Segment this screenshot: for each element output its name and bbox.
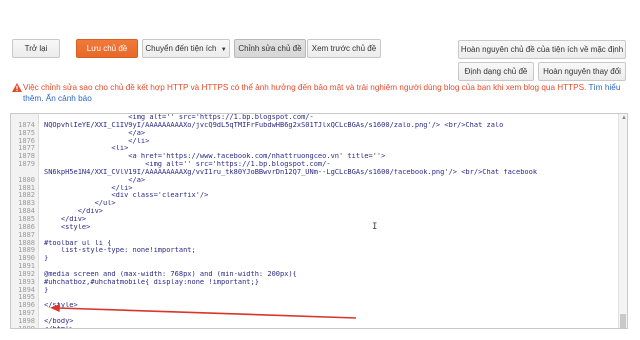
line-number: 1884 [18,208,35,216]
line-content: list-style-type: none!important; [44,247,196,255]
line-content: </li> [44,137,150,145]
code-line[interactable]: 1888 #toolbar ul li { [11,240,617,248]
html-code-editor[interactable]: <img alt='' src='https://1.bp.blogspot.c… [10,113,628,329]
mixed-content-warning: Việc chỉnh sửa sao cho chủ đề kết hợp HT… [12,82,632,104]
code-line[interactable]: 1896 </style> [11,302,617,310]
line-number: 1888 [18,239,35,247]
editor-scrollbar[interactable]: ▲ [618,114,627,328]
line-content: </div> [44,215,87,223]
code-line[interactable]: 1893 #uhchatboz,#uhchatmobile{ display:no… [11,279,617,287]
line-number: 1885 [18,215,35,223]
text-cursor-icon: I [372,222,378,232]
edit-theme-button[interactable]: Chỉnh sửa chủ đề [234,39,306,58]
line-content: @media screen and (max-width: 768px) and… [44,270,297,278]
scroll-up-icon[interactable]: ▲ [621,115,627,121]
line-number: 1887 [18,231,35,239]
line-number: 1899 [11,326,37,328]
line-content: NQOpvhlIeYE/XXI_C1IV9yI/AAAAAAAAAXo/jvcQ… [44,121,504,129]
line-number: 1874 [18,121,35,129]
warning-text: Việc chỉnh sửa sao cho chủ đề kết hợp HT… [23,83,587,92]
code-line[interactable]: 1886 <style> [11,224,617,232]
code-line[interactable]: 1882 <div class='clearfix'/> [11,192,617,200]
line-number: 1877 [18,145,35,153]
code-line[interactable]: 1885 </div> [11,216,617,224]
line-number: 1897 [18,310,35,318]
line-number: 1880 [18,176,35,184]
scrollbar-thumb[interactable] [620,314,626,328]
line-content: </style> [44,302,78,310]
line-content: </li> [44,184,133,192]
line-content: SN6kpH5e1N4/XXI_CVlV19I/AAAAAAAAAXg/vvI1… [44,168,538,176]
code-line[interactable]: 1895 [11,294,617,302]
revert-changes-button[interactable]: Hoàn nguyên thay đổi [538,62,626,81]
line-content: <img alt='' src='https://1.bp.blogspot.c… [44,114,314,121]
line-number: 1890 [18,255,35,263]
line-number: 1892 [18,270,35,278]
code-line[interactable]: 1887 [11,232,617,240]
line-content: } [44,286,49,294]
code-line[interactable]: 1890} [11,255,617,263]
code-line[interactable]: 1884 </div> [11,208,617,216]
code-line[interactable]: 1874 NQOpvhlIeYE/XXI_C1IV9yI/AAAAAAAAAXo/… [11,122,617,130]
code-line[interactable]: 1879 <img alt='' src='https://1.bp.blogs… [11,161,617,169]
line-content: } [44,255,49,263]
line-number: 1891 [18,263,35,271]
hide-warning-link[interactable]: Ẩn cảnh báo [46,94,92,103]
code-line[interactable]: <img alt='' src='https://1.bp.blogspot.c… [11,114,617,122]
code-line[interactable]: 1892 @media screen and (max-width: 768px)… [11,271,617,279]
warning-triangle-icon [12,83,22,92]
code-area[interactable]: <img alt='' src='https://1.bp.blogspot.c… [11,114,617,328]
line-number: 1893 [18,278,35,286]
code-line[interactable]: 1891 [11,263,617,271]
line-content: <style> [44,223,91,231]
code-line[interactable]: 1880 </a> [11,177,617,185]
line-content: </body> [44,317,74,325]
code-line[interactable]: 1889 list-style-type: none!important; [11,247,617,255]
switch-widget-dropdown[interactable]: Chuyển đến tiện ích ▼ [142,39,230,58]
code-line[interactable]: 1878 <a href='https://www.facebook.com/n… [11,153,617,161]
line-number: 1876 [18,137,35,145]
line-number: 1886 [18,223,35,231]
line-number: 1898 [18,317,35,325]
code-line[interactable]: 1894} [11,287,617,295]
line-content: #uhchatboz,#uhchatmobile{ display:none !… [44,278,259,286]
line-content: </a> [44,129,146,137]
chevron-down-icon: ▼ [220,47,227,53]
line-content: <a href='https://www.facebook.com/nhattr… [44,153,386,161]
line-number: 1889 [18,247,35,255]
back-button[interactable]: Trở lại [12,39,60,58]
code-line[interactable]: SN6kpH5e1N4/XXI_CVlV19I/AAAAAAAAAXg/vvI1… [11,169,617,177]
code-line[interactable]: 1875 </a> [11,130,617,138]
code-line[interactable]: 1883 </ul> [11,200,617,208]
code-line[interactable]: 1897 [11,310,617,318]
code-line[interactable]: 1881 </li> [11,185,617,193]
line-content: <div class='clearfix'/> [44,192,209,200]
preview-theme-button[interactable]: Xem trước chủ đề [307,39,381,58]
restore-widget-defaults-button[interactable]: Hoàn nguyên chủ đề của tiện ích về mặc đ… [458,40,626,59]
line-number: 1875 [18,129,35,137]
code-line[interactable]: 1899 </html> [11,326,617,328]
switch-widget-label: Chuyển đến tiện ích [145,44,217,53]
line-content: </div> [44,208,104,216]
line-content: <li> [44,145,129,153]
line-content: </ul> [44,200,116,208]
line-number: 1894 [18,286,35,294]
format-theme-button[interactable]: Định dạng chủ đề [458,62,534,81]
line-number: 1881 [18,184,35,192]
line-number: 1896 [18,302,35,310]
save-theme-button[interactable]: Lưu chủ đề [76,39,138,58]
line-number: 1879 [18,161,35,169]
line-number: 1882 [18,192,35,200]
line-content: <img alt='' src='https://1.bp.blogspot.c… [44,161,331,169]
line-content: </html> [44,326,74,328]
code-line[interactable]: 1876 </li> [11,138,617,146]
line-number: 1883 [18,200,35,208]
line-content: #toolbar ul li { [44,239,112,247]
code-line[interactable]: 1898 </body> [11,318,617,326]
code-line[interactable]: 1877 <li> [11,145,617,153]
line-number: 1895 [18,294,35,302]
line-number: 1878 [18,153,35,161]
line-content: </a> [44,176,146,184]
